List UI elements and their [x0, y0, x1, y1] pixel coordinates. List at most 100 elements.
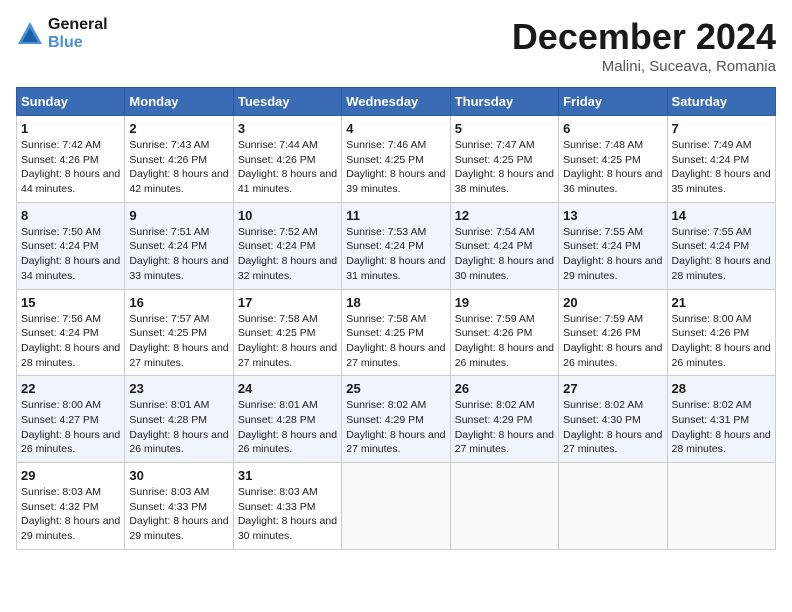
calendar-day-cell: 2 Sunrise: 7:43 AMSunset: 4:26 PMDaylight…	[125, 116, 233, 203]
day-info: Sunrise: 8:02 AMSunset: 4:29 PMDaylight:…	[346, 398, 445, 457]
calendar-day-cell	[342, 463, 450, 550]
weekday-header-wednesday: Wednesday	[342, 88, 450, 116]
day-info: Sunrise: 7:55 AMSunset: 4:24 PMDaylight:…	[672, 225, 771, 284]
calendar-day-cell: 8Sunrise: 7:50 AMSunset: 4:24 PMDaylight…	[17, 202, 125, 289]
calendar-day-cell: 14 Sunrise: 7:55 AMSunset: 4:24 PMDayligh…	[667, 202, 775, 289]
calendar-table: SundayMondayTuesdayWednesdayThursdayFrid…	[16, 87, 776, 550]
day-number: 22	[21, 381, 120, 396]
calendar-day-cell: 4Sunrise: 7:46 AMSunset: 4:25 PMDaylight…	[342, 116, 450, 203]
day-number: 23	[129, 381, 228, 396]
calendar-day-cell: 29Sunrise: 8:03 AMSunset: 4:32 PMDayligh…	[17, 463, 125, 550]
calendar-day-cell: 3Sunrise: 7:44 AMSunset: 4:26 PMDaylight…	[233, 116, 341, 203]
calendar-day-cell: 17Sunrise: 7:58 AMSunset: 4:25 PMDayligh…	[233, 289, 341, 376]
calendar-day-cell: 22 Sunrise: 8:00 AMSunset: 4:27 PMDayligh…	[17, 376, 125, 463]
calendar-title-block: December 2024 Malini, Suceava, Romania	[512, 16, 776, 75]
day-info: Sunrise: 7:51 AMSunset: 4:24 PMDaylight:…	[129, 225, 228, 284]
day-number: 27	[563, 381, 662, 396]
day-number: 9	[129, 208, 228, 223]
day-info: Sunrise: 8:01 AMSunset: 4:28 PMDaylight:…	[238, 398, 337, 457]
day-number: 28	[672, 381, 771, 396]
day-number: 26	[455, 381, 554, 396]
day-number: 18	[346, 295, 445, 310]
calendar-day-cell: 5Sunrise: 7:47 AMSunset: 4:25 PMDaylight…	[450, 116, 558, 203]
calendar-day-cell: 7Sunrise: 7:49 AMSunset: 4:24 PMDaylight…	[667, 116, 775, 203]
calendar-subtitle: Malini, Suceava, Romania	[512, 58, 776, 75]
day-info: Sunrise: 8:00 AMSunset: 4:26 PMDaylight:…	[672, 312, 771, 371]
day-info: Sunrise: 7:56 AMSunset: 4:24 PMDaylight:…	[21, 312, 120, 371]
day-info: Sunrise: 7:59 AMSunset: 4:26 PMDaylight:…	[455, 312, 554, 371]
day-info: Sunrise: 8:00 AMSunset: 4:27 PMDaylight:…	[21, 398, 120, 457]
weekday-header-row: SundayMondayTuesdayWednesdayThursdayFrid…	[17, 88, 776, 116]
day-info: Sunrise: 7:44 AMSunset: 4:26 PMDaylight:…	[238, 138, 337, 197]
calendar-title: December 2024	[512, 16, 776, 58]
logo-icon	[16, 20, 44, 48]
weekday-header-saturday: Saturday	[667, 88, 775, 116]
logo-text: General Blue	[48, 16, 108, 52]
calendar-day-cell: 27 Sunrise: 8:02 AMSunset: 4:30 PMDayligh…	[559, 376, 667, 463]
day-info: Sunrise: 8:03 AMSunset: 4:32 PMDaylight:…	[21, 485, 120, 544]
day-info: Sunrise: 7:57 AMSunset: 4:25 PMDaylight:…	[129, 312, 228, 371]
calendar-day-cell: 13 Sunrise: 7:55 AMSunset: 4:24 PMDayligh…	[559, 202, 667, 289]
day-number: 13	[563, 208, 662, 223]
day-number: 5	[455, 121, 554, 136]
day-info: Sunrise: 8:01 AMSunset: 4:28 PMDaylight:…	[129, 398, 228, 457]
day-number: 30	[129, 468, 228, 483]
day-number: 14	[672, 208, 771, 223]
calendar-day-cell: 26 Sunrise: 8:02 AMSunset: 4:29 PMDayligh…	[450, 376, 558, 463]
calendar-day-cell	[450, 463, 558, 550]
day-number: 21	[672, 295, 771, 310]
calendar-day-cell: 12 Sunrise: 7:54 AMSunset: 4:24 PMDayligh…	[450, 202, 558, 289]
calendar-day-cell: 16 Sunrise: 7:57 AMSunset: 4:25 PMDayligh…	[125, 289, 233, 376]
day-info: Sunrise: 7:59 AMSunset: 4:26 PMDaylight:…	[563, 312, 662, 371]
day-info: Sunrise: 7:55 AMSunset: 4:24 PMDaylight:…	[563, 225, 662, 284]
calendar-day-cell: 11 Sunrise: 7:53 AMSunset: 4:24 PMDayligh…	[342, 202, 450, 289]
day-info: Sunrise: 8:02 AMSunset: 4:30 PMDaylight:…	[563, 398, 662, 457]
calendar-day-cell: 25 Sunrise: 8:02 AMSunset: 4:29 PMDayligh…	[342, 376, 450, 463]
weekday-header-sunday: Sunday	[17, 88, 125, 116]
weekday-header-monday: Monday	[125, 88, 233, 116]
day-info: Sunrise: 7:53 AMSunset: 4:24 PMDaylight:…	[346, 225, 445, 284]
day-number: 19	[455, 295, 554, 310]
day-number: 25	[346, 381, 445, 396]
calendar-body: 1 Sunrise: 7:42 AMSunset: 4:26 PMDaylight…	[17, 116, 776, 550]
day-number: 6	[563, 121, 662, 136]
day-number: 1	[21, 121, 120, 136]
calendar-day-cell	[667, 463, 775, 550]
day-info: Sunrise: 7:43 AMSunset: 4:26 PMDaylight:…	[129, 138, 228, 197]
day-number: 2	[129, 121, 228, 136]
calendar-day-cell: 9 Sunrise: 7:51 AMSunset: 4:24 PMDaylight…	[125, 202, 233, 289]
weekday-header-friday: Friday	[559, 88, 667, 116]
calendar-week-row: 8Sunrise: 7:50 AMSunset: 4:24 PMDaylight…	[17, 202, 776, 289]
calendar-week-row: 1 Sunrise: 7:42 AMSunset: 4:26 PMDaylight…	[17, 116, 776, 203]
calendar-day-cell: 23 Sunrise: 8:01 AMSunset: 4:28 PMDayligh…	[125, 376, 233, 463]
day-number: 11	[346, 208, 445, 223]
day-info: Sunrise: 8:02 AMSunset: 4:29 PMDaylight:…	[455, 398, 554, 457]
day-info: Sunrise: 7:54 AMSunset: 4:24 PMDaylight:…	[455, 225, 554, 284]
day-number: 31	[238, 468, 337, 483]
day-info: Sunrise: 7:52 AMSunset: 4:24 PMDaylight:…	[238, 225, 337, 284]
calendar-day-cell: 18 Sunrise: 7:58 AMSunset: 4:25 PMDayligh…	[342, 289, 450, 376]
day-info: Sunrise: 8:02 AMSunset: 4:31 PMDaylight:…	[672, 398, 771, 457]
day-number: 20	[563, 295, 662, 310]
calendar-day-cell: 15Sunrise: 7:56 AMSunset: 4:24 PMDayligh…	[17, 289, 125, 376]
page-header: General Blue December 2024 Malini, Sucea…	[16, 16, 776, 75]
calendar-day-cell: 21 Sunrise: 8:00 AMSunset: 4:26 PMDayligh…	[667, 289, 775, 376]
day-info: Sunrise: 7:42 AMSunset: 4:26 PMDaylight:…	[21, 138, 120, 197]
calendar-day-cell: 31Sunrise: 8:03 AMSunset: 4:33 PMDayligh…	[233, 463, 341, 550]
day-number: 16	[129, 295, 228, 310]
weekday-header-thursday: Thursday	[450, 88, 558, 116]
day-number: 12	[455, 208, 554, 223]
calendar-day-cell: 24Sunrise: 8:01 AMSunset: 4:28 PMDayligh…	[233, 376, 341, 463]
calendar-day-cell: 10 Sunrise: 7:52 AMSunset: 4:24 PMDayligh…	[233, 202, 341, 289]
calendar-day-cell: 20 Sunrise: 7:59 AMSunset: 4:26 PMDayligh…	[559, 289, 667, 376]
day-number: 17	[238, 295, 337, 310]
day-number: 7	[672, 121, 771, 136]
day-info: Sunrise: 7:48 AMSunset: 4:25 PMDaylight:…	[563, 138, 662, 197]
day-number: 8	[21, 208, 120, 223]
calendar-week-row: 15Sunrise: 7:56 AMSunset: 4:24 PMDayligh…	[17, 289, 776, 376]
day-number: 10	[238, 208, 337, 223]
calendar-day-cell: 6 Sunrise: 7:48 AMSunset: 4:25 PMDaylight…	[559, 116, 667, 203]
day-info: Sunrise: 8:03 AMSunset: 4:33 PMDaylight:…	[129, 485, 228, 544]
day-info: Sunrise: 7:58 AMSunset: 4:25 PMDaylight:…	[346, 312, 445, 371]
day-number: 4	[346, 121, 445, 136]
